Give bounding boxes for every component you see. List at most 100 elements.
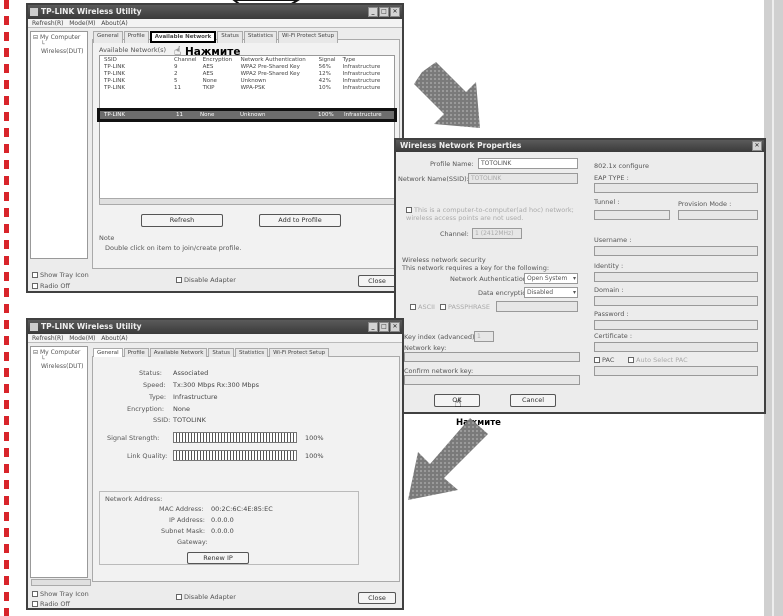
password-input[interactable]	[594, 320, 758, 330]
tab-status[interactable]: Status	[217, 31, 243, 43]
eap-title: 802.1x configure	[594, 162, 650, 170]
add-to-profile-button[interactable]: Add to Profile	[259, 214, 341, 227]
close-window-button[interactable]: ✕	[390, 322, 400, 332]
menu-mode[interactable]: Mode(M)	[69, 20, 95, 27]
down-left-arrow-icon	[408, 418, 488, 500]
refresh-button[interactable]: Refresh	[141, 214, 223, 227]
menu-bar: Refresh(R) Mode(M) About(A)	[28, 334, 402, 343]
channel-select[interactable]: 1 (2412MHz)	[472, 228, 522, 239]
tab-profile[interactable]: Profile	[123, 31, 149, 43]
username-input[interactable]	[594, 246, 758, 256]
signal-strength-value: 100%	[305, 434, 324, 442]
minimize-button[interactable]: _	[368, 7, 378, 17]
auth-select[interactable]: Open System ▾	[524, 273, 578, 284]
disable-adapter-checkbox[interactable]: Disable Adapter	[176, 593, 236, 601]
ascii-checkbox[interactable]: ASCII	[410, 303, 435, 311]
table-row[interactable]: TP-LINK 2 AES WPA2 Pre-Shared Key 12% Infrast…	[101, 70, 383, 77]
show-tray-checkbox[interactable]: Show Tray Icon	[32, 271, 89, 279]
tree-item-adapter[interactable]: └ Wireless(DUT)	[33, 356, 85, 370]
utility-window-general: TP-LINK Wireless Utility _ □ ✕ Refresh(R…	[26, 318, 404, 610]
tab-wps[interactable]: Wi-Fi Protect Setup	[277, 31, 339, 43]
menu-about[interactable]: About(A)	[101, 20, 128, 27]
speed-label: Speed:	[143, 381, 166, 389]
tunnel-select[interactable]	[594, 210, 670, 220]
identity-input[interactable]	[594, 272, 758, 282]
section-label: Available Network(s)	[99, 46, 167, 54]
pac-select[interactable]	[594, 366, 758, 376]
col-ssid[interactable]: SSID	[101, 56, 171, 63]
ssid-value: TOTOLINK	[173, 416, 206, 424]
passphrase-input[interactable]	[496, 301, 578, 312]
tree-item-adapter[interactable]: └ Wireless(DUT)	[33, 41, 85, 55]
menu-mode[interactable]: Mode(M)	[69, 335, 95, 342]
provision-select[interactable]	[678, 210, 758, 220]
note-text: Double click on item to join/create prof…	[105, 244, 242, 252]
profile-name-label: Profile Name:	[430, 160, 474, 168]
adhoc-checkbox[interactable]: This is a computer-to-computer(ad hoc) n…	[406, 206, 576, 222]
encryption-label: Encryption:	[127, 405, 165, 413]
passphrase-checkbox[interactable]: PASSPHRASE	[440, 303, 490, 311]
pac-checkbox[interactable]: PAC	[594, 356, 614, 364]
tab-statistics[interactable]: Statistics	[243, 31, 277, 43]
radio-off-toggle[interactable]: Radio Off	[32, 600, 70, 608]
table-row-selected[interactable]: TP-LINK 11 None Unknown 100% Infrastruct…	[97, 108, 397, 122]
menu-refresh[interactable]: Refresh(R)	[32, 20, 64, 27]
confirm-key-label: Confirm network key:	[404, 367, 474, 375]
type-value: Infrastructure	[173, 393, 218, 401]
tab-available-network[interactable]: Available Network	[149, 348, 208, 357]
tab-status[interactable]: Status	[208, 348, 234, 357]
col-signal[interactable]: Signal	[316, 56, 340, 63]
renew-ip-button[interactable]: Renew IP	[187, 552, 249, 564]
tunnel-label: Tunnel :	[594, 198, 620, 206]
profile-name-input[interactable]: TOTOLINK	[478, 158, 578, 169]
device-tree: ⊟ My Computer └ Wireless(DUT)	[30, 346, 88, 578]
tree-item-my-computer[interactable]: ⊟ My Computer	[33, 349, 85, 356]
tab-wps[interactable]: Wi-Fi Protect Setup	[269, 348, 330, 357]
network-key-label: Network key:	[404, 344, 447, 352]
tab-general[interactable]: General	[93, 31, 123, 43]
table-row[interactable]: TP-LINK 11 TKIP WPA-PSK 10% Infrastructure	[101, 84, 383, 91]
horizontal-scrollbar[interactable]	[31, 579, 91, 586]
horizontal-scrollbar[interactable]	[99, 198, 395, 205]
network-key-input[interactable]	[404, 352, 580, 362]
tab-profile[interactable]: Profile	[123, 348, 149, 357]
eap-type-label: EAP TYPE :	[594, 174, 629, 182]
show-tray-checkbox[interactable]: Show Tray Icon	[32, 590, 89, 598]
wireless-properties-dialog: Wireless Network Properties ✕ Profile Na…	[394, 138, 766, 414]
password-label: Password :	[594, 310, 629, 318]
tree-item-my-computer[interactable]: ⊟ My Computer	[33, 34, 85, 41]
signal-strength-bar	[173, 432, 297, 443]
close-window-button[interactable]: ✕	[390, 7, 400, 17]
hand-cursor-icon: ☝	[454, 396, 462, 411]
col-type[interactable]: Type	[340, 56, 384, 63]
domain-input[interactable]	[594, 296, 758, 306]
close-button[interactable]: Close	[358, 592, 396, 604]
confirm-key-input[interactable]	[404, 375, 580, 385]
key-index-label: Key index (advanced):	[404, 333, 477, 341]
tab-available-network[interactable]: Available Network	[149, 31, 217, 43]
eap-type-select[interactable]	[594, 183, 758, 193]
tab-panel: General Profile Available Network Status…	[31, 348, 400, 586]
ssid-input[interactable]: TOTOLINK	[468, 173, 578, 184]
tab-statistics[interactable]: Statistics	[234, 348, 269, 357]
menu-refresh[interactable]: Refresh(R)	[32, 335, 64, 342]
speed-value: Tx:300 Mbps Rx:300 Mbps	[173, 381, 260, 389]
menu-about[interactable]: About(A)	[101, 335, 128, 342]
key-index-select[interactable]: 1	[474, 331, 494, 342]
minimize-button[interactable]: _	[368, 322, 378, 332]
col-auth[interactable]: Network Authentication	[238, 56, 316, 63]
table-row[interactable]: TP-LINK 5 None Unknown 42% Infrastructure	[101, 77, 383, 84]
table-row[interactable]: TP-LINK 9 AES WPA2 Pre-Shared Key 56% Infrast…	[101, 63, 383, 70]
certificate-select[interactable]	[594, 342, 758, 352]
maximize-button[interactable]: □	[379, 7, 389, 17]
close-button[interactable]: Close	[358, 275, 396, 287]
tab-general[interactable]: General	[93, 348, 123, 357]
disable-adapter-checkbox[interactable]: Disable Adapter	[176, 276, 236, 284]
encryption-select[interactable]: Disabled ▾	[524, 287, 578, 298]
cancel-button[interactable]: Cancel	[510, 394, 556, 407]
ssid-label: SSID:	[153, 416, 171, 424]
radio-off-toggle[interactable]: Radio Off	[32, 282, 70, 290]
auto-select-pac-checkbox[interactable]: Auto Select PAC	[628, 356, 688, 364]
maximize-button[interactable]: □	[379, 322, 389, 332]
dialog-close-button[interactable]: ✕	[752, 141, 762, 151]
